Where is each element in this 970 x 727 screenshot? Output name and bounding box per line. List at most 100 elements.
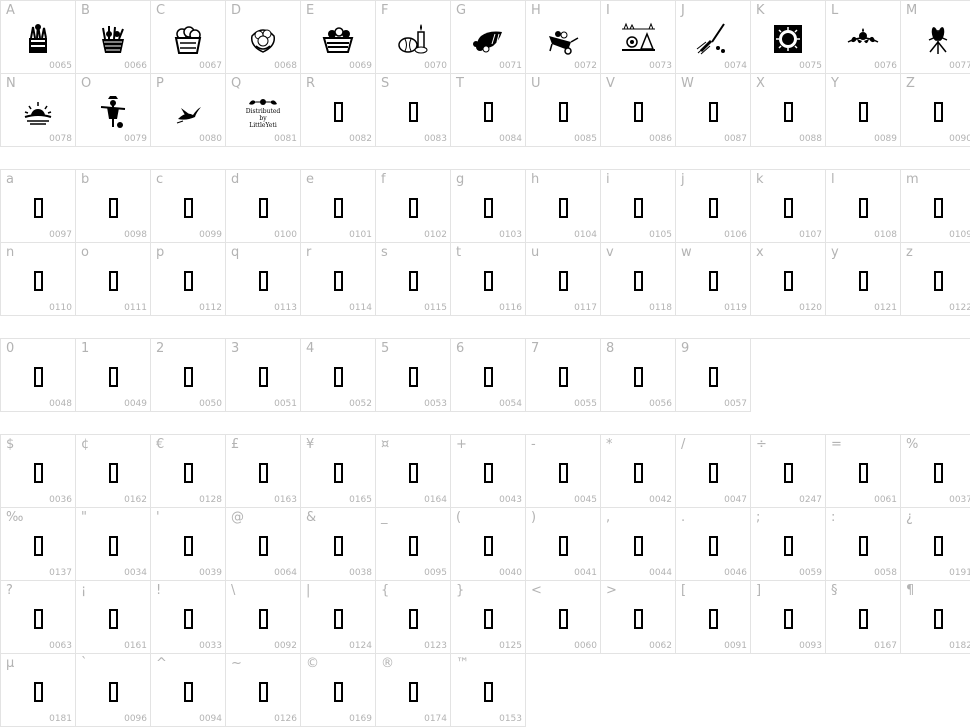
glyph-cell-0096[interactable]: ` 0096 <box>76 654 151 727</box>
glyph-cell-0040[interactable]: (0040 <box>451 508 526 581</box>
glyph-cell-0182[interactable]: ¶ 0182 <box>901 581 970 654</box>
glyph-cell-0089[interactable]: Y 0089 <box>826 74 901 147</box>
glyph-cell-0113[interactable]: q 0113 <box>226 243 301 316</box>
glyph-cell-0057[interactable]: 9 0057 <box>676 339 751 412</box>
glyph-cell-0054[interactable]: 6 0054 <box>451 339 526 412</box>
glyph-cell-0108[interactable]: l 0108 <box>826 170 901 243</box>
glyph-cell-0073[interactable]: I 0073 <box>601 1 676 74</box>
glyph-cell-0118[interactable]: v 0118 <box>601 243 676 316</box>
glyph-cell-0121[interactable]: y 0121 <box>826 243 901 316</box>
glyph-cell-0084[interactable]: T 0084 <box>451 74 526 147</box>
glyph-cell-0088[interactable]: X 0088 <box>751 74 826 147</box>
glyph-cell-0066[interactable]: B 0066 <box>76 1 151 74</box>
glyph-cell-0092[interactable]: \ 0092 <box>226 581 301 654</box>
glyph-cell-0076[interactable]: L 0076 <box>826 1 901 74</box>
glyph-cell-0117[interactable]: u 0117 <box>526 243 601 316</box>
glyph-cell-0046[interactable]: . 0046 <box>676 508 751 581</box>
glyph-cell-0083[interactable]: S 0083 <box>376 74 451 147</box>
glyph-cell-0122[interactable]: z 0122 <box>901 243 970 316</box>
glyph-cell-0051[interactable]: 3 0051 <box>226 339 301 412</box>
glyph-cell-0102[interactable]: f 0102 <box>376 170 451 243</box>
glyph-cell-0114[interactable]: r 0114 <box>301 243 376 316</box>
glyph-cell-0041[interactable]: ) 0041 <box>526 508 601 581</box>
glyph-cell-0112[interactable]: p 0112 <box>151 243 226 316</box>
glyph-cell-0056[interactable]: 8 0056 <box>601 339 676 412</box>
glyph-cell-0079[interactable]: O 0079 <box>76 74 151 147</box>
glyph-cell-0068[interactable]: D 0068 <box>226 1 301 74</box>
glyph-cell-0091[interactable]: [0091 <box>676 581 751 654</box>
glyph-cell-0125[interactable]: } 0125 <box>451 581 526 654</box>
glyph-cell-0100[interactable]: d 0100 <box>226 170 301 243</box>
glyph-cell-0036[interactable]: $0036 <box>1 435 76 508</box>
glyph-cell-0104[interactable]: h 0104 <box>526 170 601 243</box>
glyph-cell-0047[interactable]: / 0047 <box>676 435 751 508</box>
glyph-cell-0034[interactable]: " 0034 <box>76 508 151 581</box>
glyph-cell-0103[interactable]: g 0103 <box>451 170 526 243</box>
glyph-cell-0095[interactable]: _ 0095 <box>376 508 451 581</box>
glyph-cell-0070[interactable]: F 0070 <box>376 1 451 74</box>
glyph-cell-0082[interactable]: R 0082 <box>301 74 376 147</box>
glyph-cell-0065[interactable]: A 0065 <box>1 1 76 74</box>
glyph-cell-0106[interactable]: j 0106 <box>676 170 751 243</box>
glyph-cell-0062[interactable]: >0062 <box>601 581 676 654</box>
glyph-cell-0120[interactable]: x 0120 <box>751 243 826 316</box>
glyph-cell-0042[interactable]: * 0042 <box>601 435 676 508</box>
glyph-cell-0080[interactable]: P 0080 <box>151 74 226 147</box>
glyph-cell-0067[interactable]: C 0067 <box>151 1 226 74</box>
glyph-cell-0085[interactable]: U 0085 <box>526 74 601 147</box>
glyph-cell-0153[interactable]: ™ 0153 <box>451 654 526 727</box>
glyph-cell-0101[interactable]: e 0101 <box>301 170 376 243</box>
glyph-cell-0115[interactable]: s 0115 <box>376 243 451 316</box>
glyph-cell-0124[interactable]: | 0124 <box>301 581 376 654</box>
glyph-cell-0059[interactable]: ; 0059 <box>751 508 826 581</box>
glyph-cell-0090[interactable]: Z 0090 <box>901 74 970 147</box>
glyph-cell-0164[interactable]: ¤ 0164 <box>376 435 451 508</box>
glyph-cell-0247[interactable]: ÷ 0247 <box>751 435 826 508</box>
glyph-cell-0044[interactable]: , 0044 <box>601 508 676 581</box>
glyph-cell-0098[interactable]: b 0098 <box>76 170 151 243</box>
glyph-cell-0061[interactable]: = 0061 <box>826 435 901 508</box>
glyph-cell-0093[interactable]: ] 0093 <box>751 581 826 654</box>
glyph-cell-0086[interactable]: V 0086 <box>601 74 676 147</box>
glyph-cell-0064[interactable]: @0064 <box>226 508 301 581</box>
glyph-cell-0181[interactable]: µ 0181 <box>1 654 76 727</box>
glyph-cell-0050[interactable]: 2 0050 <box>151 339 226 412</box>
glyph-cell-0105[interactable]: i 0105 <box>601 170 676 243</box>
glyph-cell-0033[interactable]: ! 0033 <box>151 581 226 654</box>
glyph-cell-0058[interactable]: : 0058 <box>826 508 901 581</box>
glyph-cell-0161[interactable]: ¡ 0161 <box>76 581 151 654</box>
glyph-cell-0037[interactable]: % 0037 <box>901 435 970 508</box>
glyph-cell-0111[interactable]: o 0111 <box>76 243 151 316</box>
glyph-cell-0128[interactable]: €0128 <box>151 435 226 508</box>
glyph-cell-0063[interactable]: ? 0063 <box>1 581 76 654</box>
glyph-cell-0123[interactable]: {0123 <box>376 581 451 654</box>
glyph-cell-0075[interactable]: K 0075 <box>751 1 826 74</box>
glyph-cell-0107[interactable]: k 0107 <box>751 170 826 243</box>
glyph-cell-0163[interactable]: £0163 <box>226 435 301 508</box>
glyph-cell-0069[interactable]: E 0069 <box>301 1 376 74</box>
glyph-cell-0162[interactable]: ¢ 0162 <box>76 435 151 508</box>
glyph-cell-0137[interactable]: ‰ 0137 <box>1 508 76 581</box>
glyph-cell-0048[interactable]: 0 0048 <box>1 339 76 412</box>
glyph-cell-0167[interactable]: § 0167 <box>826 581 901 654</box>
glyph-cell-0055[interactable]: 7 0055 <box>526 339 601 412</box>
glyph-cell-0081[interactable]: Q Distributed by LittleYeti 0081 <box>226 74 301 147</box>
glyph-cell-0191[interactable]: ¿ 0191 <box>901 508 970 581</box>
glyph-cell-0038[interactable]: & 0038 <box>301 508 376 581</box>
glyph-cell-0077[interactable]: M 0077 <box>901 1 970 74</box>
glyph-cell-0174[interactable]: ® 0174 <box>376 654 451 727</box>
glyph-cell-0116[interactable]: t 0116 <box>451 243 526 316</box>
glyph-cell-0110[interactable]: n 0110 <box>1 243 76 316</box>
glyph-cell-0165[interactable]: ¥0165 <box>301 435 376 508</box>
glyph-cell-0072[interactable]: H 0072 <box>526 1 601 74</box>
glyph-cell-0109[interactable]: m 0109 <box>901 170 970 243</box>
glyph-cell-0049[interactable]: 1 0049 <box>76 339 151 412</box>
glyph-cell-0099[interactable]: c 0099 <box>151 170 226 243</box>
glyph-cell-0169[interactable]: © 0169 <box>301 654 376 727</box>
glyph-cell-0094[interactable]: ^ 0094 <box>151 654 226 727</box>
glyph-cell-0087[interactable]: W 0087 <box>676 74 751 147</box>
glyph-cell-0097[interactable]: a 0097 <box>1 170 76 243</box>
glyph-cell-0043[interactable]: +0043 <box>451 435 526 508</box>
glyph-cell-0052[interactable]: 4 0052 <box>301 339 376 412</box>
glyph-cell-0078[interactable]: N 0078 <box>1 74 76 147</box>
